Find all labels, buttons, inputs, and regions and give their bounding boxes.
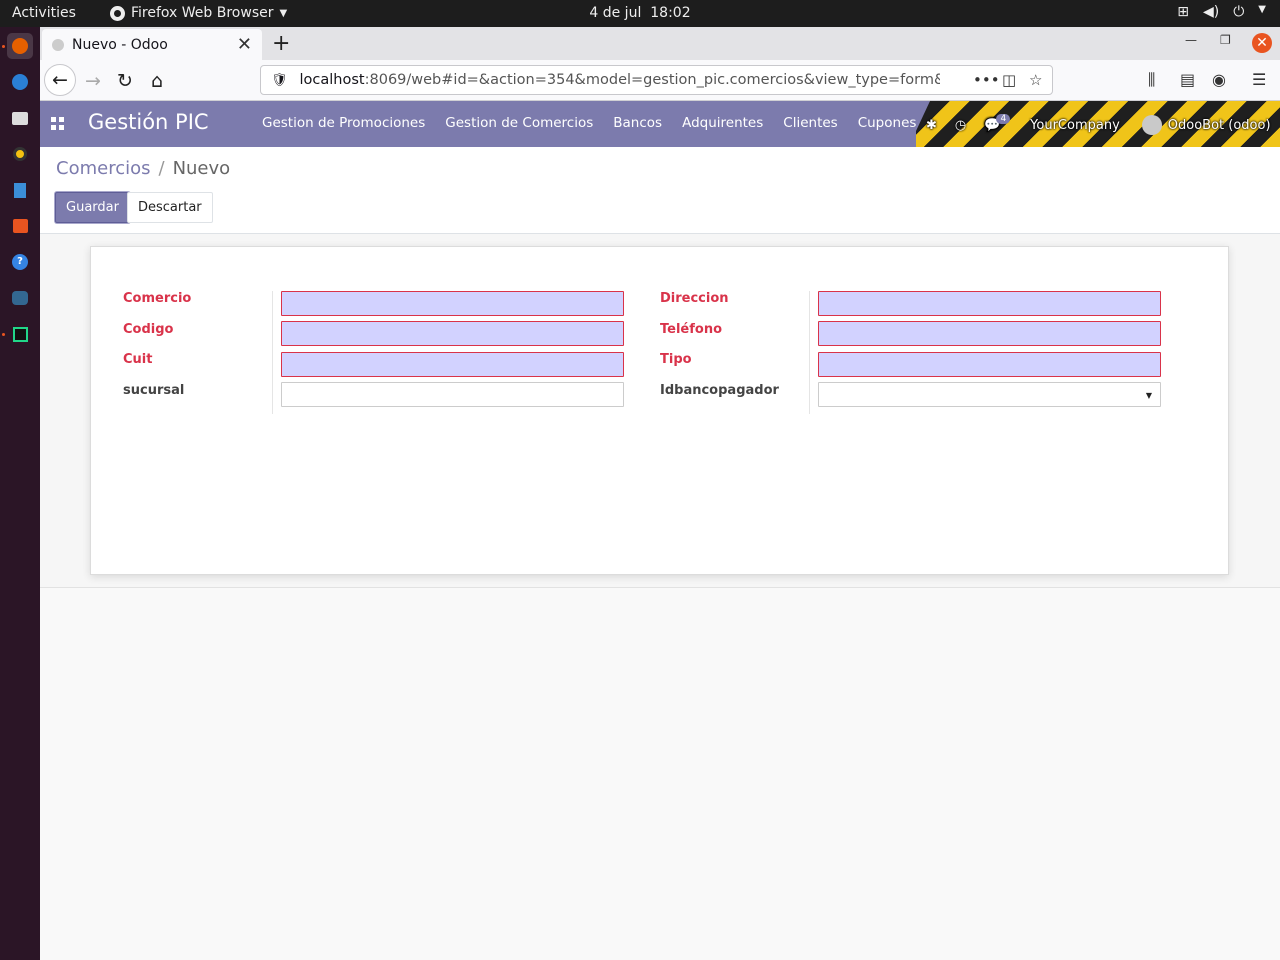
- minimize-button[interactable]: —: [1185, 33, 1197, 47]
- control-panel: Comercios / Nuevo Guardar Descartar: [40, 147, 1280, 234]
- account-icon[interactable]: ◉: [1212, 70, 1226, 89]
- new-tab-button[interactable]: +: [272, 31, 290, 56]
- comercio-field[interactable]: [281, 291, 624, 316]
- chevron-down-icon: ▼: [1145, 391, 1152, 400]
- rhythmbox-dock-icon[interactable]: [7, 141, 33, 167]
- breadcrumb: Comercios / Nuevo: [56, 158, 230, 179]
- chevron-down-icon: ▼: [279, 7, 288, 19]
- url-host: localhost: [299, 72, 365, 88]
- network-icon: ⊞: [1177, 4, 1189, 20]
- running-indicator: [2, 333, 5, 336]
- library-icon[interactable]: ⫼: [1148, 70, 1155, 90]
- app-brand[interactable]: Gestión PIC: [88, 110, 209, 134]
- bookmark-star-icon[interactable]: ☆: [1029, 71, 1042, 89]
- app-menu-label: Firefox Web Browser: [131, 5, 274, 21]
- menu-gestion-comercios[interactable]: Gestion de Comercios: [445, 115, 593, 131]
- telefono-field[interactable]: [818, 321, 1161, 346]
- volume-icon: ◀): [1202, 4, 1220, 20]
- idbancopagador-label: Idbancopagador: [660, 383, 779, 398]
- company-switcher[interactable]: YourCompany: [1030, 118, 1120, 133]
- dock: ?: [0, 27, 40, 960]
- comercio-label: Comercio: [123, 291, 192, 306]
- browser-tab[interactable]: Nuevo - Odoo ✕: [42, 29, 262, 60]
- breadcrumb-current: Nuevo: [172, 158, 231, 179]
- page-actions-icon[interactable]: •••: [973, 71, 1000, 89]
- tab-strip: Nuevo - Odoo ✕ + — ❐ ✕: [40, 27, 1280, 60]
- firefox-icon: [110, 5, 125, 21]
- sucursal-field[interactable]: [281, 382, 624, 407]
- writer-dock-icon[interactable]: [7, 177, 33, 203]
- files-dock-icon[interactable]: [7, 105, 33, 131]
- maximize-button[interactable]: ❐: [1220, 33, 1231, 47]
- activity-clock-icon[interactable]: ◷: [955, 118, 966, 133]
- sidebar-icon[interactable]: ▤: [1180, 70, 1195, 89]
- help-dock-icon[interactable]: ?: [7, 249, 33, 275]
- url-path: :8069/web#id=&action=354&model=gestion_p…: [364, 72, 940, 88]
- pocket-icon[interactable]: ◫: [1002, 71, 1016, 89]
- menu-icon[interactable]: ☰: [1252, 70, 1266, 89]
- menu-clientes[interactable]: Clientes: [783, 115, 837, 131]
- discard-button[interactable]: Descartar: [127, 192, 213, 223]
- idbancopagador-select[interactable]: ▼: [818, 382, 1161, 407]
- cuit-label: Cuit: [123, 352, 153, 367]
- group-divider: [809, 291, 810, 414]
- user-menu[interactable]: OdooBot (odoo): [1168, 118, 1271, 133]
- direccion-field[interactable]: [818, 291, 1161, 316]
- odoo-navbar: Gestión PIC Gestion de Promociones Gesti…: [40, 101, 1280, 147]
- system-top-bar: Activities Firefox Web Browser ▼ 4 de ju…: [0, 0, 1280, 27]
- system-status-area[interactable]: ⊞ ◀) ⏻ ▼: [1177, 4, 1266, 20]
- systray: ✱ ◷ 💬 4 YourCompany OdooBot (odoo): [926, 114, 1271, 135]
- codigo-label: Codigo: [123, 322, 174, 337]
- clock-time[interactable]: 18:02: [650, 5, 690, 21]
- avatar[interactable]: [1141, 115, 1162, 135]
- clock-date[interactable]: 4 de jul: [589, 5, 641, 21]
- form-view: Comercio Codigo Cuit sucursal Direccion …: [40, 234, 1280, 588]
- url-text[interactable]: localhost:8069/web#id=&action=354&model=…: [300, 72, 940, 88]
- codigo-field[interactable]: [281, 321, 624, 346]
- group-divider: [272, 291, 273, 414]
- activities-button[interactable]: Activities: [12, 5, 76, 21]
- form-sheet: Comercio Codigo Cuit sucursal Direccion …: [90, 246, 1229, 575]
- navigation-bar: ← → ↻ ⌂ 🛡 localhost:8069/web#id=&action=…: [40, 60, 1280, 101]
- menu-gestion-promociones[interactable]: Gestion de Promociones: [262, 115, 425, 131]
- software-dock-icon[interactable]: [7, 213, 33, 239]
- site-info-icon[interactable]: 🛡: [271, 73, 288, 88]
- direccion-label: Direccion: [660, 291, 729, 306]
- url-bar[interactable]: 🛡 localhost:8069/web#id=&action=354&mode…: [260, 65, 1053, 95]
- menu-adquirentes[interactable]: Adquirentes: [682, 115, 763, 131]
- firefox-dock-icon[interactable]: [7, 33, 33, 59]
- menu-bancos[interactable]: Bancos: [613, 115, 662, 131]
- running-indicator: [2, 45, 5, 48]
- telefono-label: Teléfono: [660, 322, 723, 337]
- home-button[interactable]: ⌂: [142, 66, 172, 96]
- cuit-field[interactable]: [281, 352, 624, 377]
- close-icon[interactable]: ✕: [237, 34, 252, 55]
- tab-favicon-icon: [52, 38, 64, 51]
- tipo-field[interactable]: [818, 352, 1161, 377]
- breadcrumb-parent[interactable]: Comercios: [56, 158, 150, 179]
- sucursal-label: sucursal: [123, 383, 185, 398]
- tab-title: Nuevo - Odoo: [72, 36, 168, 53]
- menu-cupones[interactable]: Cupones: [858, 115, 917, 131]
- pycharm-dock-icon[interactable]: [7, 321, 33, 347]
- app-menu[interactable]: Firefox Web Browser ▼: [110, 5, 287, 21]
- window-close-button[interactable]: ✕: [1252, 33, 1272, 53]
- pgadmin-dock-icon[interactable]: [7, 285, 33, 311]
- breadcrumb-separator: /: [158, 158, 165, 179]
- forward-button[interactable]: →: [78, 66, 108, 96]
- reload-button[interactable]: ↻: [110, 66, 140, 96]
- apps-menu-icon[interactable]: [51, 117, 64, 130]
- thunderbird-dock-icon[interactable]: [7, 69, 33, 95]
- power-icon: ⏻: [1233, 4, 1245, 20]
- chat-count-badge: 4: [996, 114, 1011, 124]
- chevron-down-icon: ▼: [1258, 4, 1266, 15]
- main-menu: Gestion de Promociones Gestion de Comerc…: [262, 115, 916, 131]
- tipo-label: Tipo: [660, 352, 692, 367]
- bug-icon[interactable]: ✱: [926, 118, 937, 133]
- save-button[interactable]: Guardar: [55, 192, 130, 223]
- back-button[interactable]: ←: [44, 64, 76, 96]
